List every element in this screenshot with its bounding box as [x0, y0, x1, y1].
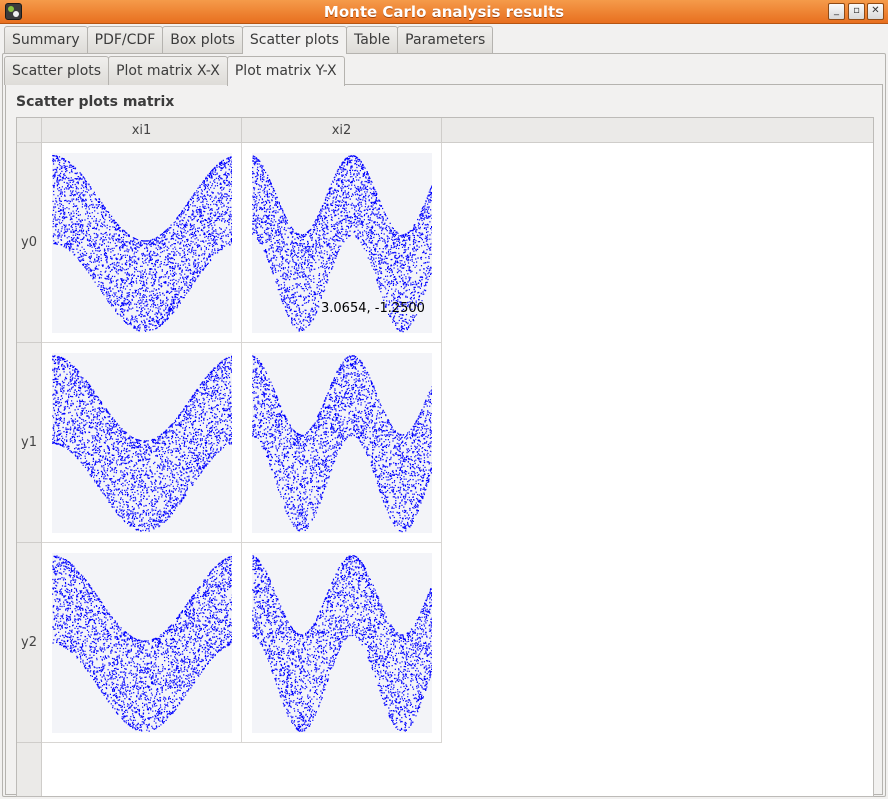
- group-title: Scatter plots matrix: [16, 94, 175, 110]
- scatter-plot-y1-xi2[interactable]: [252, 353, 432, 533]
- row-header-filler: [17, 743, 42, 796]
- table-corner[interactable]: [17, 118, 42, 143]
- plot-cell-y1-xi2[interactable]: [242, 343, 442, 543]
- sub-tab-bar: Scatter plots Plot matrix X-X Plot matri…: [4, 56, 345, 86]
- maximize-button[interactable]: ▫: [848, 3, 865, 20]
- scatter-plot-y0-xi1[interactable]: [52, 153, 232, 333]
- scatter-plot-y2-xi2[interactable]: [252, 553, 432, 733]
- plot-cell-y2-xi2[interactable]: [242, 543, 442, 743]
- plot-cell-y0-xi2[interactable]: 3.0654, -1.2500: [242, 143, 442, 343]
- tab-scatter-plots[interactable]: Scatter plots: [241, 26, 347, 54]
- scatter-matrix-table[interactable]: xi1 xi2 y0 y1 y2 3.0654, -1.2500: [16, 117, 874, 797]
- tab-box-plots[interactable]: Box plots: [162, 26, 243, 53]
- tab-pdf-cdf[interactable]: PDF/CDF: [86, 26, 164, 53]
- subtab-plot-matrix-x-x[interactable]: Plot matrix X-X: [108, 56, 228, 85]
- column-header-xi2[interactable]: xi2: [242, 118, 442, 143]
- scatter-plot-y2-xi1[interactable]: [52, 553, 232, 733]
- row-header-y2[interactable]: y2: [17, 543, 42, 743]
- tab-table[interactable]: Table: [345, 26, 399, 53]
- title-bar: Monte Carlo analysis results _ ▫ ✕: [0, 0, 888, 24]
- hover-coordinate-readout: 3.0654, -1.2500: [321, 301, 425, 316]
- scatter-plot-y1-xi1[interactable]: [52, 353, 232, 533]
- minimize-button[interactable]: _: [828, 3, 845, 20]
- subtab-scatter-plots[interactable]: Scatter plots: [4, 56, 110, 85]
- column-header-filler: [442, 118, 873, 143]
- plot-cell-y2-xi1[interactable]: [42, 543, 242, 743]
- plot-cell-y0-xi1[interactable]: [42, 143, 242, 343]
- tab-parameters[interactable]: Parameters: [397, 26, 494, 53]
- row-header-y0[interactable]: y0: [17, 143, 42, 343]
- row-header-y1[interactable]: y1: [17, 343, 42, 543]
- subtab-plot-matrix-y-x[interactable]: Plot matrix Y-X: [226, 56, 345, 86]
- window-title: Monte Carlo analysis results: [323, 3, 565, 21]
- column-header-xi1[interactable]: xi1: [42, 118, 242, 143]
- main-tab-bar: Summary PDF/CDF Box plots Scatter plots …: [4, 26, 494, 54]
- tab-summary[interactable]: Summary: [4, 26, 88, 53]
- close-button[interactable]: ✕: [867, 3, 884, 20]
- plot-cell-y1-xi1[interactable]: [42, 343, 242, 543]
